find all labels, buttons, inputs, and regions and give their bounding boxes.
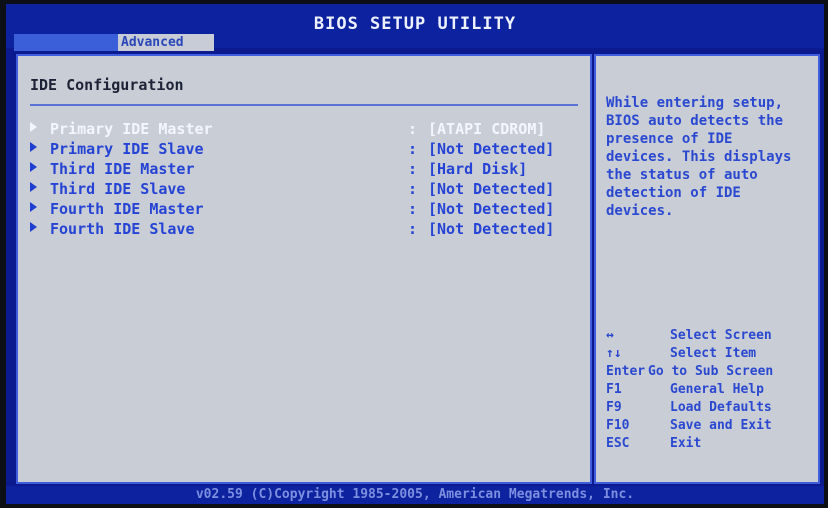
key-description: Exit xyxy=(670,436,702,451)
menu-item-separator: : xyxy=(408,120,418,138)
section-title: IDE Configuration xyxy=(30,76,184,94)
menu-item-label: Primary IDE Master xyxy=(50,120,213,138)
key-legend-row: ESC Exit xyxy=(606,436,816,454)
key-description: Select Item xyxy=(670,346,757,361)
menu-item-third-ide-slave[interactable]: Third IDE Slave : [Not Detected] xyxy=(30,180,590,199)
menu-item-label: Primary IDE Slave xyxy=(50,140,204,158)
key-description: General Help xyxy=(670,382,764,397)
menu-item-value: [Not Detected] xyxy=(428,180,555,198)
key-name: F1 xyxy=(606,382,622,397)
help-line: BIOS auto detects the xyxy=(606,113,784,129)
menu-item-separator: : xyxy=(408,160,418,178)
key-description: Select Screen xyxy=(670,328,772,343)
menu-item-separator: : xyxy=(408,180,418,198)
menu-item-value: [Hard Disk] xyxy=(428,160,528,178)
menu-item-value: [ATAPI CDROM] xyxy=(428,120,546,138)
help-line: presence of IDE xyxy=(606,131,733,147)
menu-item-value: [Not Detected] xyxy=(428,140,555,158)
up-down-arrow-icon: ↑↓ xyxy=(606,346,622,361)
menu-item-fourth-ide-slave[interactable]: Fourth IDE Slave : [Not Detected] xyxy=(30,220,590,239)
help-panel: While entering setup, BIOS auto detects … xyxy=(594,54,820,484)
left-right-arrow-icon: ↔ xyxy=(606,328,614,343)
menu-item-separator: : xyxy=(408,220,418,238)
menu-item-separator: : xyxy=(408,140,418,158)
help-line: the status of auto xyxy=(606,167,758,183)
menu-item-label: Fourth IDE Slave xyxy=(50,220,195,238)
menu-item-label: Third IDE Slave xyxy=(50,180,186,198)
footer-bar: v02.59 (C)Copyright 1985-2005, American … xyxy=(6,486,824,504)
submenu-arrow-icon xyxy=(30,122,37,132)
key-description: Load Defaults xyxy=(670,400,772,415)
help-line: While entering setup, xyxy=(606,95,784,111)
menu-item-fourth-ide-master[interactable]: Fourth IDE Master : [Not Detected] xyxy=(30,200,590,219)
key-description: Save and Exit xyxy=(670,418,772,433)
main-panel: IDE Configuration Primary IDE Master : [… xyxy=(16,54,592,484)
key-legend-row: F1 General Help xyxy=(606,382,816,400)
submenu-arrow-icon xyxy=(30,182,37,192)
title-bar: BIOS SETUP UTILITY Advanced xyxy=(6,4,824,51)
menu-item-value: [Not Detected] xyxy=(428,220,555,238)
key-legend-row: F9 Load Defaults xyxy=(606,400,816,418)
key-description: Go to Sub Screen xyxy=(648,364,774,379)
submenu-arrow-icon xyxy=(30,222,37,232)
key-legend-row: F10 Save and Exit xyxy=(606,418,816,436)
menu-item-primary-ide-slave[interactable]: Primary IDE Slave : [Not Detected] xyxy=(30,140,590,159)
tab-advanced[interactable]: Advanced xyxy=(118,34,214,51)
menu-item-third-ide-master[interactable]: Third IDE Master : [Hard Disk] xyxy=(30,160,590,179)
help-line: devices. xyxy=(606,203,674,219)
menu-item-separator: : xyxy=(408,200,418,218)
menu-item-primary-ide-master[interactable]: Primary IDE Master : [ATAPI CDROM] xyxy=(30,120,590,139)
help-line: devices. This displays xyxy=(606,149,792,165)
submenu-arrow-icon xyxy=(30,142,37,152)
key-name: ESC xyxy=(606,436,630,451)
menu-item-label: Third IDE Master xyxy=(50,160,195,178)
help-line: detection of IDE xyxy=(606,185,741,201)
menu-item-value: [Not Detected] xyxy=(428,200,555,218)
key-legend-row: ↔ Select Screen xyxy=(606,328,816,346)
key-legend-row: ↑↓ Select Item xyxy=(606,346,816,364)
app-title: BIOS SETUP UTILITY xyxy=(313,14,517,34)
key-name: Enter xyxy=(606,364,646,379)
key-name: F10 xyxy=(606,418,630,433)
copyright-text: v02.59 (C)Copyright 1985-2005, American … xyxy=(195,487,635,502)
submenu-arrow-icon xyxy=(30,202,37,212)
key-legend-row: Enter Go to Sub Screen xyxy=(606,364,816,382)
key-name: F9 xyxy=(606,400,622,415)
section-divider xyxy=(30,104,578,106)
help-text: While entering setup, BIOS auto detects … xyxy=(606,94,816,220)
submenu-arrow-icon xyxy=(30,162,37,172)
menu-item-label: Fourth IDE Master xyxy=(50,200,204,218)
bios-screen: BIOS SETUP UTILITY Advanced IDE Configur… xyxy=(6,4,824,504)
